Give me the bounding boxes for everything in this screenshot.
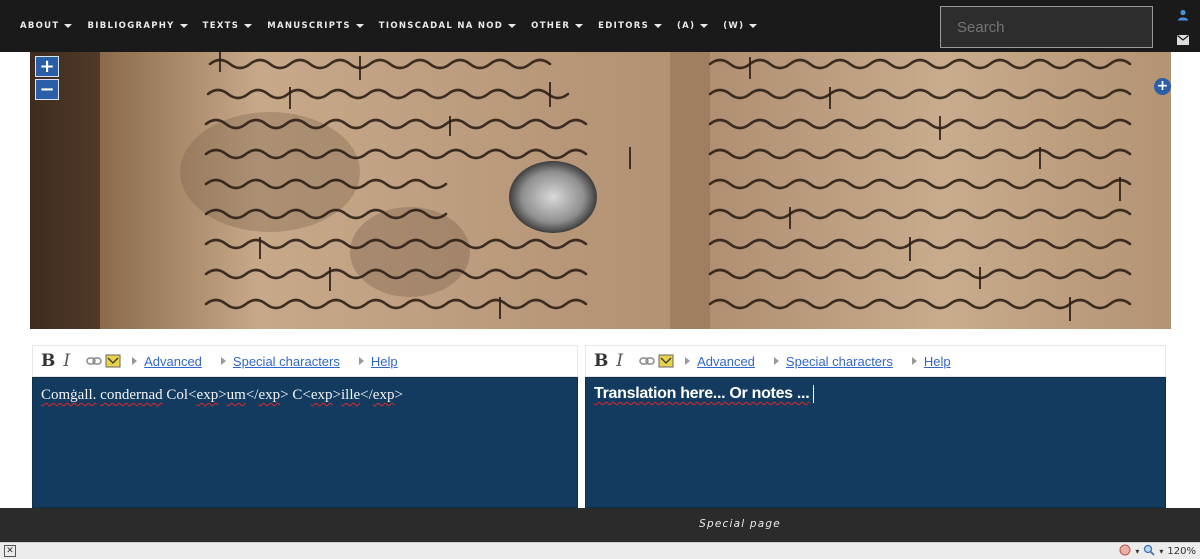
nav-item-texts[interactable]: TEXTS xyxy=(203,21,253,31)
search-input[interactable] xyxy=(940,6,1153,48)
chevron-down-icon xyxy=(355,24,364,28)
text-segment: Comġall. xyxy=(41,387,97,403)
nav-item-label: TEXTS xyxy=(202,21,240,31)
nav-item-label: ABOUT xyxy=(20,21,60,31)
triangle-right-icon xyxy=(773,357,779,365)
manuscript-page-image xyxy=(30,52,1171,329)
text-segment: exp xyxy=(258,387,281,403)
translation-text: Translation here... Or notes ... xyxy=(594,385,815,403)
triangle-right-icon xyxy=(685,357,691,365)
help-section[interactable]: Help xyxy=(358,354,407,369)
text-segment: ille xyxy=(340,387,361,403)
help-link[interactable]: Help xyxy=(371,354,398,369)
text-segment: > xyxy=(332,387,341,403)
user-icon[interactable] xyxy=(1172,4,1194,26)
browser-status-bar: ✕ ▾ ▾ 120% xyxy=(0,542,1200,559)
nav-item-w[interactable]: (W) xyxy=(723,21,758,31)
close-icon[interactable]: ✕ xyxy=(4,545,16,557)
zoom-level[interactable]: 120% xyxy=(1167,546,1196,557)
bold-button[interactable]: B xyxy=(41,351,55,371)
link-button-group[interactable] xyxy=(86,354,122,368)
chevron-down-icon[interactable]: ▾ xyxy=(1159,547,1163,556)
translation-editor: B I Advanced Special characters Help Tra… xyxy=(585,345,1166,508)
nav-item-other[interactable]: OTHER xyxy=(531,21,584,31)
editor-toolbar: B I Advanced Special characters Help xyxy=(585,345,1166,377)
bold-button[interactable]: B xyxy=(594,351,608,371)
globe-icon[interactable] xyxy=(1119,544,1131,559)
transcription-text: Comġall. condernad Col<exp>um</exp> C<ex… xyxy=(41,387,403,404)
help-section[interactable]: Help xyxy=(911,354,960,369)
page-footer: Special page xyxy=(0,508,1200,542)
chevron-down-icon xyxy=(575,24,584,28)
text-segment: > C< xyxy=(280,387,311,403)
nav-item-a[interactable]: (A) xyxy=(677,21,709,31)
expand-panel-button[interactable]: + xyxy=(1154,78,1171,95)
footer-label: Special page xyxy=(699,518,781,530)
chevron-down-icon xyxy=(179,24,188,28)
text-segment: </ xyxy=(360,387,373,403)
link-button-group[interactable] xyxy=(639,354,675,368)
mail-icon[interactable] xyxy=(1172,29,1194,51)
link-icon xyxy=(639,354,674,368)
nav-item-tionscadal-na-nod[interactable]: TIONSCADAL NA NOD xyxy=(378,21,517,31)
zoom-in-button[interactable]: + xyxy=(35,56,59,77)
nav-item-editors[interactable]: EDITORS xyxy=(598,21,662,31)
text-segment: exp xyxy=(196,387,219,403)
user-tools xyxy=(1172,4,1194,51)
advanced-link[interactable]: Advanced xyxy=(144,354,202,369)
special-characters-link[interactable]: Special characters xyxy=(786,354,893,369)
link-icon xyxy=(86,354,121,368)
help-link[interactable]: Help xyxy=(924,354,951,369)
text-segment: exp xyxy=(372,387,395,403)
zoom-out-button[interactable]: − xyxy=(35,79,59,100)
nav-item-label: TIONSCADAL NA NOD xyxy=(378,21,504,31)
translation-text-content: Translation here... Or notes ... xyxy=(594,385,810,403)
chevron-down-icon xyxy=(508,24,517,28)
text-segment: </ xyxy=(245,387,259,403)
special-characters-section[interactable]: Special characters xyxy=(220,354,349,369)
transcription-textarea[interactable]: Comġall. condernad Col<exp>um</exp> C<ex… xyxy=(32,377,578,508)
transcription-editor: B I Advanced Special characters Help Com… xyxy=(32,345,578,508)
nav-item-label: OTHER xyxy=(531,21,571,31)
status-right-group: ▾ ▾ 120% xyxy=(1119,544,1196,559)
translation-textarea[interactable]: Translation here... Or notes ... xyxy=(585,377,1166,508)
triangle-right-icon xyxy=(132,357,138,365)
italic-button[interactable]: I xyxy=(63,351,70,371)
advanced-link[interactable]: Advanced xyxy=(697,354,755,369)
text-segment: condernad xyxy=(100,387,163,403)
nav-item-label: (A) xyxy=(677,21,696,31)
triangle-right-icon xyxy=(358,357,364,365)
text-segment: > xyxy=(394,387,403,403)
nav-item-label: BIBLIOGRAPHY xyxy=(87,21,175,31)
nav-item-label: MANUSCRIPTS xyxy=(267,21,351,31)
nav-item-about[interactable]: ABOUT xyxy=(20,21,73,31)
editor-toolbar: B I Advanced Special characters Help xyxy=(32,345,578,377)
nav-item-label: (W) xyxy=(723,21,745,31)
triangle-right-icon xyxy=(911,357,917,365)
special-characters-link[interactable]: Special characters xyxy=(233,354,340,369)
text-cursor xyxy=(813,385,815,403)
advanced-section[interactable]: Advanced xyxy=(685,354,764,369)
text-segment: um xyxy=(226,387,246,403)
chevron-down-icon xyxy=(700,24,709,28)
chevron-down-icon[interactable]: ▾ xyxy=(1135,547,1139,556)
zoom-icon[interactable] xyxy=(1143,544,1155,559)
text-segment: Col< xyxy=(162,387,197,403)
text-segment: exp xyxy=(310,387,333,403)
nav-item-label: EDITORS xyxy=(598,21,649,31)
chevron-down-icon xyxy=(654,24,662,28)
top-navigation-bar: ABOUT BIBLIOGRAPHY TEXTS MANUSCRIPTS TIO… xyxy=(0,0,1200,52)
text-segment: > xyxy=(218,387,227,403)
special-characters-section[interactable]: Special characters xyxy=(773,354,902,369)
chevron-down-icon xyxy=(749,24,758,28)
triangle-right-icon xyxy=(220,357,226,365)
nav-item-manuscripts[interactable]: MANUSCRIPTS xyxy=(267,21,364,31)
chevron-down-icon xyxy=(64,24,73,28)
nav-item-bibliography[interactable]: BIBLIOGRAPHY xyxy=(87,21,188,31)
italic-button[interactable]: I xyxy=(616,351,623,371)
chevron-down-icon xyxy=(244,24,253,28)
advanced-section[interactable]: Advanced xyxy=(132,354,211,369)
manuscript-image-viewer[interactable] xyxy=(30,52,1171,329)
nav-menu: ABOUT BIBLIOGRAPHY TEXTS MANUSCRIPTS TIO… xyxy=(20,0,772,52)
